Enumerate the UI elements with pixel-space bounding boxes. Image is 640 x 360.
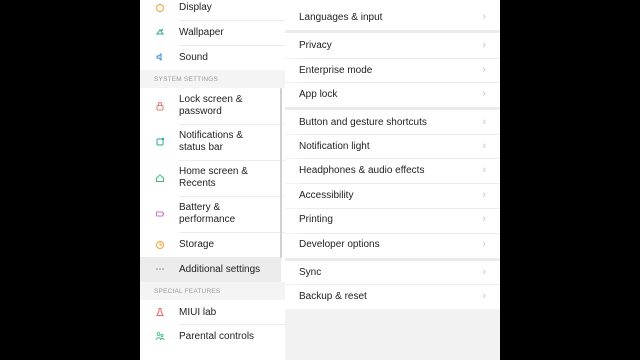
row-sync[interactable]: Sync › (285, 261, 500, 284)
sidebar-item-display[interactable]: Display (140, 0, 285, 20)
sidebar-item-label: Additional settings (179, 264, 261, 275)
notification-icon (155, 137, 165, 147)
sidebar-item-wallpaper[interactable]: Wallpaper (140, 21, 285, 45)
more-icon (155, 264, 165, 274)
sound-icon (155, 52, 165, 62)
row-privacy[interactable]: Privacy › (285, 33, 500, 58)
chevron-right-icon: › (482, 88, 486, 100)
row-label: Sync (299, 267, 322, 278)
row-label: Printing (299, 214, 333, 225)
row-backup-reset[interactable]: Backup & reset › (285, 285, 500, 309)
sidebar-item-storage[interactable]: Storage (140, 233, 285, 257)
chevron-right-icon: › (482, 164, 486, 176)
sidebar-scrollbar[interactable] (280, 88, 282, 258)
row-label: Languages & input (299, 12, 383, 23)
chevron-right-icon: › (482, 266, 486, 278)
row-label: Button and gesture shortcuts (299, 117, 427, 128)
lab-icon (155, 307, 165, 317)
sidebar-item-label: Display (179, 2, 212, 13)
row-app-lock[interactable]: App lock › (285, 83, 500, 107)
storage-icon (155, 240, 165, 250)
lock-icon (155, 101, 165, 111)
sidebar-item-label-line2: Recents (179, 178, 216, 189)
sidebar-item-label-line2: performance (179, 214, 236, 225)
sidebar-item-label-line1: Home screen & (179, 166, 248, 177)
chevron-right-icon: › (482, 140, 486, 152)
sidebar-item-label: Storage (179, 239, 215, 250)
chevron-right-icon: › (482, 238, 486, 250)
chevron-right-icon: › (482, 290, 486, 302)
wallpaper-icon (155, 27, 165, 37)
sidebar-item-label: Wallpaper (179, 27, 224, 38)
row-button-gesture-shortcuts[interactable]: Button and gesture shortcuts › (285, 110, 500, 134)
row-printing[interactable]: Printing › (285, 209, 500, 233)
sidebar-item-notifications[interactable]: Notifications & status bar (140, 125, 285, 160)
sidebar-item-sound[interactable]: Sound (140, 46, 285, 70)
settings-sidebar: Display Wallpaper Sound SYSTEM SETTINGS … (140, 0, 285, 360)
row-label: Enterprise mode (299, 65, 373, 76)
sidebar-item-label-line2: status bar (179, 142, 223, 153)
sidebar-item-label-line1: Notifications & (179, 130, 243, 141)
sidebar-item-additional-settings[interactable]: Additional settings (140, 257, 285, 282)
sidebar-item-battery[interactable]: Battery & performance (140, 197, 285, 232)
home-icon (155, 173, 165, 183)
row-headphones-audio[interactable]: Headphones & audio effects › (285, 159, 500, 183)
section-header-system-settings: SYSTEM SETTINGS (154, 76, 219, 83)
row-enterprise-mode[interactable]: Enterprise mode › (285, 59, 500, 82)
row-label: Accessibility (299, 190, 354, 201)
chevron-right-icon: › (482, 11, 486, 23)
sidebar-item-parental-controls[interactable]: Parental controls (140, 325, 285, 349)
sidebar-item-label-line1: Battery & (179, 202, 221, 213)
chevron-right-icon: › (482, 64, 486, 76)
row-notification-light[interactable]: Notification light › (285, 135, 500, 158)
battery-icon (155, 209, 165, 219)
chevron-right-icon: › (482, 39, 486, 51)
sidebar-item-label: Sound (179, 52, 208, 63)
sidebar-item-miui-lab[interactable]: MIUI lab (140, 300, 285, 324)
settings-detail-pane: Languages & input › Privacy › Enterprise… (285, 0, 500, 360)
parental-icon (155, 331, 165, 341)
chevron-right-icon: › (482, 116, 486, 128)
sidebar-item-lock-screen[interactable]: Lock screen & password (140, 88, 285, 124)
row-label: Backup & reset (299, 291, 367, 302)
row-accessibility[interactable]: Accessibility › (285, 184, 500, 208)
row-label: Notification light (299, 141, 370, 152)
sidebar-item-label: MIUI lab (179, 307, 217, 318)
row-languages-input[interactable]: Languages & input › (285, 0, 500, 30)
section-header-special-features: SPECIAL FEATURES (154, 288, 221, 295)
chevron-right-icon: › (482, 189, 486, 201)
row-developer-options[interactable]: Developer options › (285, 234, 500, 258)
display-icon (155, 3, 165, 13)
sidebar-item-label-line1: Lock screen & (179, 94, 243, 105)
row-label: App lock (299, 89, 338, 100)
sidebar-item-label-line2: password (179, 106, 222, 117)
row-label: Headphones & audio effects (299, 165, 425, 176)
row-label: Developer options (299, 239, 380, 250)
sidebar-item-home-screen[interactable]: Home screen & Recents (140, 161, 285, 196)
chevron-right-icon: › (482, 213, 486, 225)
sidebar-item-label: Parental controls (179, 331, 255, 342)
row-label: Privacy (299, 40, 332, 51)
